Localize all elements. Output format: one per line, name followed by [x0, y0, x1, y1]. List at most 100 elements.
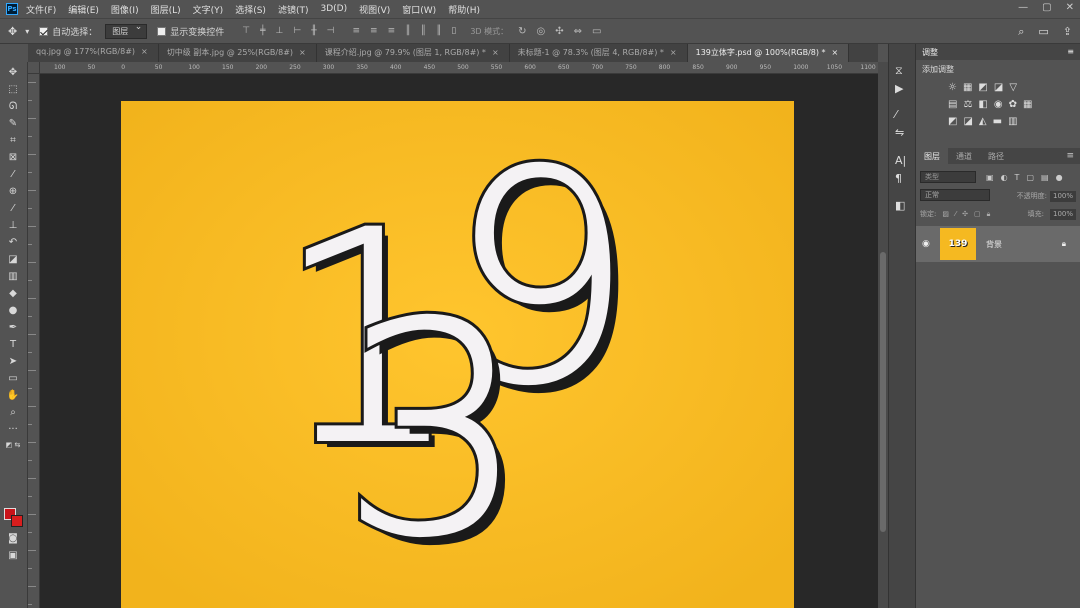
3d-slide-icon[interactable]: ⇔	[574, 26, 582, 37]
clone-stamp-tool-icon[interactable]: ⊥	[4, 219, 22, 233]
distribute-left-icon[interactable]: ║	[405, 26, 410, 36]
lock-artboard-icon[interactable]: ▢	[974, 210, 981, 218]
align-hcenter-icon[interactable]: ╫	[311, 26, 316, 36]
threshold-icon[interactable]: ◭	[979, 116, 987, 127]
distribute-right-icon[interactable]: ║	[436, 26, 441, 36]
tool-preset-chevron-icon[interactable]: ▾	[25, 27, 29, 36]
distribute-hcenter-icon[interactable]: ║	[421, 26, 426, 36]
quick-mask-icon[interactable]: ◙	[4, 532, 22, 546]
tab-course-intro[interactable]: 课程介绍.jpg @ 79.9% (图层 1, RGB/8#) * ×	[317, 44, 510, 62]
maximize-icon[interactable]: ▢	[1042, 2, 1051, 13]
show-transform-checkbox[interactable]	[157, 26, 167, 36]
healing-brush-tool-icon[interactable]: ⊕	[4, 185, 22, 199]
properties-panel-icon[interactable]: ◧	[895, 199, 905, 212]
menu-layer[interactable]: 图层(L)	[151, 3, 181, 16]
zoom-tool-icon[interactable]: ⌕	[4, 406, 22, 420]
photo-filter-icon[interactable]: ◉	[994, 99, 1003, 110]
blur-tool-icon[interactable]: ◆	[4, 287, 22, 301]
menu-type[interactable]: 文字(Y)	[193, 3, 224, 16]
kind-filter-dropdown[interactable]: 类型	[920, 171, 976, 183]
tab-untitled[interactable]: 未标题-1 @ 78.3% (图层 4, RGB/8#) * ×	[510, 44, 688, 62]
layer-row-background[interactable]: ◉ 139 背景 🔒︎	[916, 226, 1080, 262]
more-tools-icon[interactable]: ···	[4, 423, 22, 437]
tab-qq[interactable]: qq.jpg @ 177%(RGB/8#) ×	[28, 44, 159, 62]
rectangle-tool-icon[interactable]: ▭	[4, 372, 22, 386]
black-white-icon[interactable]: ◧	[978, 99, 987, 110]
move-tool-icon[interactable]: ✥	[4, 66, 22, 80]
distribute-vcenter-icon[interactable]: ≡	[370, 26, 378, 36]
close-icon[interactable]: ×	[670, 48, 677, 57]
menu-image[interactable]: 图像(I)	[111, 3, 139, 16]
channel-mixer-icon[interactable]: ✿	[1009, 99, 1017, 110]
align-left-icon[interactable]: ⊢	[293, 26, 301, 36]
visibility-eye-icon[interactable]: ◉	[922, 239, 936, 249]
auto-select-target-dropdown[interactable]: 图层	[105, 22, 148, 39]
canvas-area[interactable]: 1 1 1 9 9 9 3 3 3	[40, 74, 878, 608]
paragraph-panel-icon[interactable]: ¶	[895, 172, 902, 185]
path-select-tool-icon[interactable]: ➤	[4, 355, 22, 369]
brush-tool-icon[interactable]: ⁄	[4, 202, 22, 216]
menu-file[interactable]: 文件(F)	[26, 3, 56, 16]
menu-help[interactable]: 帮助(H)	[448, 3, 480, 16]
vertical-scrollbar[interactable]	[878, 62, 888, 608]
tab-139-psd[interactable]: 139立体字.psd @ 100%(RGB/8) * ×	[687, 44, 850, 62]
filter-smart-icon[interactable]: ▤	[1041, 173, 1049, 182]
gradient-tool-icon[interactable]: ▥	[4, 270, 22, 284]
adjust-panel-icon[interactable]: ⇋	[895, 126, 904, 139]
history-brush-tool-icon[interactable]: ↶	[4, 236, 22, 250]
search-icon[interactable]: ⌕	[1018, 25, 1024, 39]
default-colors-icon[interactable]: ◩ ⇆	[4, 438, 22, 452]
menu-view[interactable]: 视图(V)	[359, 3, 390, 16]
hand-tool-icon[interactable]: ✋	[4, 389, 22, 403]
fill-input[interactable]: 100%	[1050, 208, 1076, 220]
tab-layers[interactable]: 图层	[916, 148, 948, 164]
panel-menu-icon[interactable]: ≡	[1066, 151, 1074, 161]
distribute-bottom-icon[interactable]: ≡	[388, 26, 396, 36]
color-balance-icon[interactable]: ⚖	[963, 99, 972, 110]
align-right-icon[interactable]: ⊣	[327, 26, 335, 36]
close-icon[interactable]: ×	[832, 48, 839, 57]
blend-mode-dropdown[interactable]: 正常	[920, 189, 990, 201]
workspace-icon[interactable]: ▭	[1038, 25, 1048, 39]
minimize-icon[interactable]: —	[1018, 2, 1028, 13]
pen-tool-icon[interactable]: ✒	[4, 321, 22, 335]
type-tool-icon[interactable]: T	[4, 338, 22, 352]
history-panel-icon[interactable]: ⧖	[895, 64, 903, 78]
tab-channels[interactable]: 通道	[948, 148, 980, 164]
menu-select[interactable]: 选择(S)	[235, 3, 266, 16]
dodge-tool-icon[interactable]: ●	[4, 304, 22, 318]
brush-settings-icon[interactable]: ⁄	[895, 108, 897, 121]
lasso-tool-icon[interactable]: ᘏ	[4, 100, 22, 114]
lock-pixels-icon[interactable]: ▨	[942, 210, 949, 218]
exposure-icon[interactable]: ◪	[994, 82, 1003, 93]
close-icon[interactable]: ✕	[1066, 2, 1074, 13]
align-vcenter-icon[interactable]: ╪	[260, 26, 265, 36]
actions-panel-icon[interactable]: ▶	[895, 82, 903, 95]
panel-menu-icon[interactable]: ≡	[1067, 47, 1074, 57]
menu-window[interactable]: 窗口(W)	[402, 3, 436, 16]
3d-roll-icon[interactable]: ◎	[537, 26, 546, 37]
3d-pan-icon[interactable]: ✣	[555, 26, 563, 37]
tab-paths[interactable]: 路径	[980, 148, 1012, 164]
levels-icon[interactable]: ▦	[963, 82, 972, 93]
hue-saturation-icon[interactable]: ▤	[948, 99, 957, 110]
adjustments-tab[interactable]: 调整	[922, 47, 938, 57]
background-color-swatch[interactable]	[11, 515, 23, 527]
gradient-map-icon[interactable]: ▬	[993, 116, 1002, 127]
align-bottom-icon[interactable]: ⊥	[276, 26, 284, 36]
photoshop-logo-icon[interactable]: Ps	[6, 3, 18, 15]
filter-adjust-icon[interactable]: ◐	[1001, 173, 1008, 182]
tab-copy[interactable]: 切中级 副本.jpg @ 25%(RGB/8#) ×	[159, 44, 317, 62]
lock-paint-icon[interactable]: ⁄	[955, 210, 956, 218]
color-lookup-icon[interactable]: ▦	[1023, 99, 1032, 110]
lock-all-icon[interactable]: 🔒︎	[987, 210, 991, 219]
filter-pixel-icon[interactable]: ▣	[986, 173, 994, 182]
brightness-icon[interactable]: ☼	[948, 82, 957, 93]
menu-filter[interactable]: 滤镜(T)	[278, 3, 309, 16]
3d-scale-icon[interactable]: ▭	[592, 26, 601, 37]
menu-edit[interactable]: 编辑(E)	[68, 3, 99, 16]
align-top-icon[interactable]: ⊤	[242, 26, 250, 36]
3d-orbit-icon[interactable]: ↻	[518, 26, 526, 37]
invert-icon[interactable]: ◩	[948, 116, 957, 127]
vibrance-icon[interactable]: ▽	[1009, 82, 1017, 93]
